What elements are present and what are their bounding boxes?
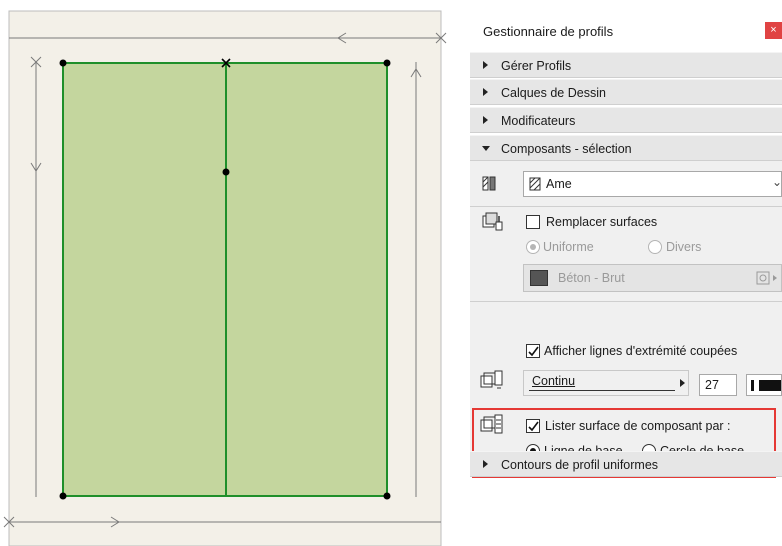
pen-number-field[interactable]: 27 — [699, 374, 737, 396]
surface-override-icon — [482, 212, 504, 235]
section-label: Modificateurs — [501, 114, 576, 128]
afficher-lignes-label: Afficher lignes d'extrémité coupées — [544, 344, 738, 358]
divider — [470, 206, 782, 207]
hotspot-top-left[interactable] — [59, 59, 67, 67]
profile-drawing[interactable] — [0, 0, 448, 546]
hotspot-bottom-left[interactable] — [59, 492, 67, 500]
afficher-lignes-checkbox[interactable] — [526, 344, 540, 358]
close-button[interactable]: × — [765, 22, 782, 39]
uniforme-radio[interactable] — [526, 240, 540, 254]
profile-manager-panel: Gestionnaire de profils × Gérer Profils … — [470, 10, 782, 546]
chevron-down-icon: ⌄ — [772, 175, 782, 189]
surface-swatch-icon — [530, 270, 548, 286]
line-type-icon — [480, 370, 504, 393]
surface-material-label: Béton - Brut — [558, 271, 625, 285]
surface-listing-icon — [480, 414, 504, 439]
expand-arrow-icon — [483, 61, 488, 69]
pen-weight-icon — [751, 380, 754, 391]
panel-title: Gestionnaire de profils — [483, 24, 614, 39]
panel-titlebar[interactable]: Gestionnaire de profils × — [470, 10, 782, 52]
section-label: Calques de Dessin — [501, 86, 606, 100]
profile-canvas[interactable] — [0, 0, 448, 546]
hotspot-bottom-right[interactable] — [383, 492, 391, 500]
section-composants-selection[interactable]: Composants - sélection — [470, 135, 782, 161]
expand-arrow-icon — [483, 88, 488, 96]
expand-arrow-icon — [483, 116, 488, 124]
line-type-value: Continu — [532, 374, 576, 388]
component-hatch-icon — [529, 177, 541, 194]
divers-label: Divers — [666, 240, 702, 254]
surface-material-picker[interactable]: Béton - Brut — [523, 264, 782, 292]
component-select-value: Ame — [546, 177, 572, 191]
section-contours-profil[interactable]: Contours de profil uniformes — [470, 451, 782, 477]
line-type-select[interactable]: Continu — [523, 370, 689, 396]
remplacer-surfaces-checkbox[interactable] — [526, 215, 540, 229]
section-label: Contours de profil uniformes — [501, 458, 659, 472]
line-preview — [529, 390, 675, 391]
material-settings-icon — [756, 271, 778, 288]
section-label: Gérer Profils — [501, 59, 572, 73]
section-modificateurs[interactable]: Modificateurs — [470, 107, 782, 133]
expand-arrow-icon — [483, 460, 488, 468]
collapse-arrow-icon — [482, 146, 490, 151]
submenu-arrow-icon — [680, 379, 685, 387]
hotspot-top-right[interactable] — [383, 59, 391, 67]
hotspot-center-line[interactable] — [222, 168, 230, 176]
remplacer-surfaces-label: Remplacer surfaces — [546, 215, 658, 229]
pen-color-picker[interactable] — [746, 374, 782, 396]
component-select[interactable]: Ame ⌄ — [523, 171, 782, 197]
section-gerer-profils[interactable]: Gérer Profils — [470, 52, 782, 78]
section-label: Composants - sélection — [501, 142, 632, 156]
component-stack-icon — [482, 176, 498, 195]
uniforme-label: Uniforme — [543, 240, 594, 254]
divider — [470, 301, 782, 302]
pen-color-swatch — [759, 380, 781, 391]
section-calques-dessin[interactable]: Calques de Dessin — [470, 79, 782, 105]
divers-radio[interactable] — [648, 240, 662, 254]
pen-number-value: 27 — [705, 378, 719, 392]
lister-surface-label: Lister surface de composant par : — [545, 419, 731, 433]
lister-surface-checkbox[interactable] — [526, 419, 540, 433]
